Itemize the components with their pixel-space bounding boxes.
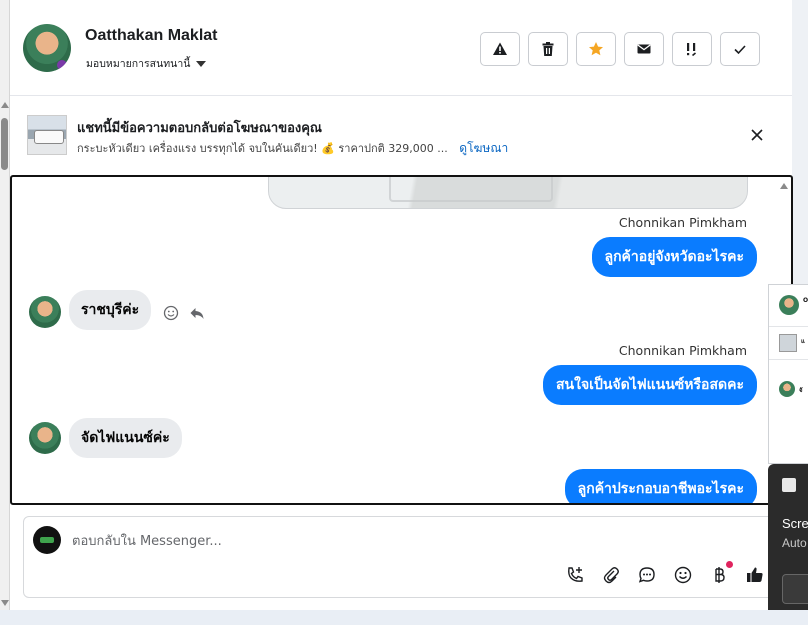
popup-ad-row[interactable]: แ xyxy=(769,328,808,360)
check-icon xyxy=(734,45,746,55)
chat-list-popup[interactable]: O แ จั xyxy=(768,284,808,464)
message-thread[interactable]: Chonnikan Pimkham ลูกค้าอยู่จังหวัดอะไรค… xyxy=(10,175,793,505)
envelope-icon xyxy=(637,44,651,54)
call-add-icon[interactable] xyxy=(565,565,585,585)
emoji-react-icon[interactable] xyxy=(163,305,179,321)
popup-chat-row[interactable]: O xyxy=(769,285,808,327)
notification-subtitle: Auto xyxy=(782,536,807,550)
ad-banner-title: แชทนี้มีข้อความตอบกลับต่อโฆษณาของคุณ xyxy=(77,121,322,136)
page-avatar xyxy=(33,526,61,554)
popup-row-initial: แ xyxy=(801,338,805,345)
incoming-message[interactable]: จัดไฟแนนซ์ค่ะ xyxy=(69,418,182,458)
image-message[interactable] xyxy=(268,177,748,209)
outgoing-message[interactable]: ลูกค้าอยู่จังหวัดอะไรคะ xyxy=(591,237,757,277)
reply-input[interactable] xyxy=(72,528,672,554)
baht-icon[interactable] xyxy=(709,561,733,585)
composer-toolbar xyxy=(565,561,765,585)
outgoing-message[interactable]: ลูกค้าประกอบอาชีพอะไรคะ xyxy=(564,469,757,503)
follow-up-button[interactable] xyxy=(672,32,712,66)
ad-description: กระบะหัวเดียว เครื่องแรง บรรทุกได้ จบในค… xyxy=(77,142,448,155)
attachment-icon[interactable] xyxy=(601,565,621,585)
star-icon xyxy=(589,42,603,56)
message-sender: Chonnikan Pimkham xyxy=(618,343,747,358)
thumbs-up-icon[interactable] xyxy=(745,565,765,585)
exclamation-icon xyxy=(687,43,697,57)
contact-avatar-small[interactable] xyxy=(29,296,61,328)
view-ad-link[interactable]: ดูโฆษณา xyxy=(459,141,508,155)
scrollbar-thumb[interactable] xyxy=(1,118,8,170)
outgoing-message[interactable]: สนใจเป็นจัดไฟแนนซ์หรือสดคะ xyxy=(543,365,757,405)
message-actions xyxy=(163,305,205,321)
notification-action-button[interactable] xyxy=(782,574,808,604)
conversation-pane: Oatthakan Maklat มอบหมายการสนทนานี้ แชทน… xyxy=(10,0,793,610)
page-bottom-edge xyxy=(0,610,808,625)
emoji-icon[interactable] xyxy=(673,565,693,585)
message-sender: Chonnikan Pimkham xyxy=(618,215,747,230)
notification-dot xyxy=(726,561,733,568)
mark-done-button[interactable] xyxy=(720,32,760,66)
assign-label: มอบหมายการสนทนานี้ xyxy=(86,58,191,70)
avatar-badge xyxy=(57,60,67,70)
contact-avatar-small[interactable] xyxy=(29,422,61,454)
message-composer xyxy=(23,516,785,598)
popup-ad-thumbnail xyxy=(779,334,797,352)
popup-avatar xyxy=(779,381,795,397)
popup-row-initial: จั xyxy=(799,387,803,394)
conversation-header: Oatthakan Maklat มอบหมายการสนทนานี้ xyxy=(10,0,792,96)
saved-reply-icon[interactable] xyxy=(637,565,657,585)
incoming-message[interactable]: ราชบุรีค่ะ xyxy=(69,290,152,330)
ad-reply-banner: แชทนี้มีข้อความตอบกลับต่อโฆษณาของคุณ กระ… xyxy=(10,97,792,171)
ad-banner-subtitle: กระบะหัวเดียว เครื่องแรง บรรทุกได้ จบในค… xyxy=(77,139,508,158)
scroll-up-arrow[interactable] xyxy=(780,183,788,189)
popup-avatar xyxy=(779,295,799,315)
assign-conversation-dropdown[interactable]: มอบหมายการสนทนานี้ xyxy=(86,55,207,72)
popup-row-initial: O xyxy=(803,297,808,304)
header-actions xyxy=(480,32,760,66)
ad-thumbnail[interactable] xyxy=(27,115,67,155)
popup-message-row[interactable]: จั xyxy=(769,361,808,461)
delete-button[interactable] xyxy=(528,32,568,66)
trash-icon xyxy=(542,42,554,56)
warning-icon xyxy=(493,42,507,55)
app-icon xyxy=(782,478,796,492)
close-icon[interactable] xyxy=(749,127,765,143)
screenshot-notification[interactable]: Scre Auto xyxy=(768,464,808,620)
mark-unread-button[interactable] xyxy=(624,32,664,66)
scroll-up-arrow[interactable] xyxy=(1,102,9,108)
spam-button[interactable] xyxy=(480,32,520,66)
contact-name[interactable]: Oatthakan Maklat xyxy=(85,27,217,45)
left-scrollbar[interactable] xyxy=(0,0,10,610)
contact-avatar[interactable] xyxy=(23,24,71,72)
scroll-down-arrow[interactable] xyxy=(1,600,9,606)
star-button[interactable] xyxy=(576,32,616,66)
reply-icon[interactable] xyxy=(189,305,205,321)
notification-title: Scre xyxy=(782,516,808,531)
chevron-down-icon xyxy=(196,60,207,67)
